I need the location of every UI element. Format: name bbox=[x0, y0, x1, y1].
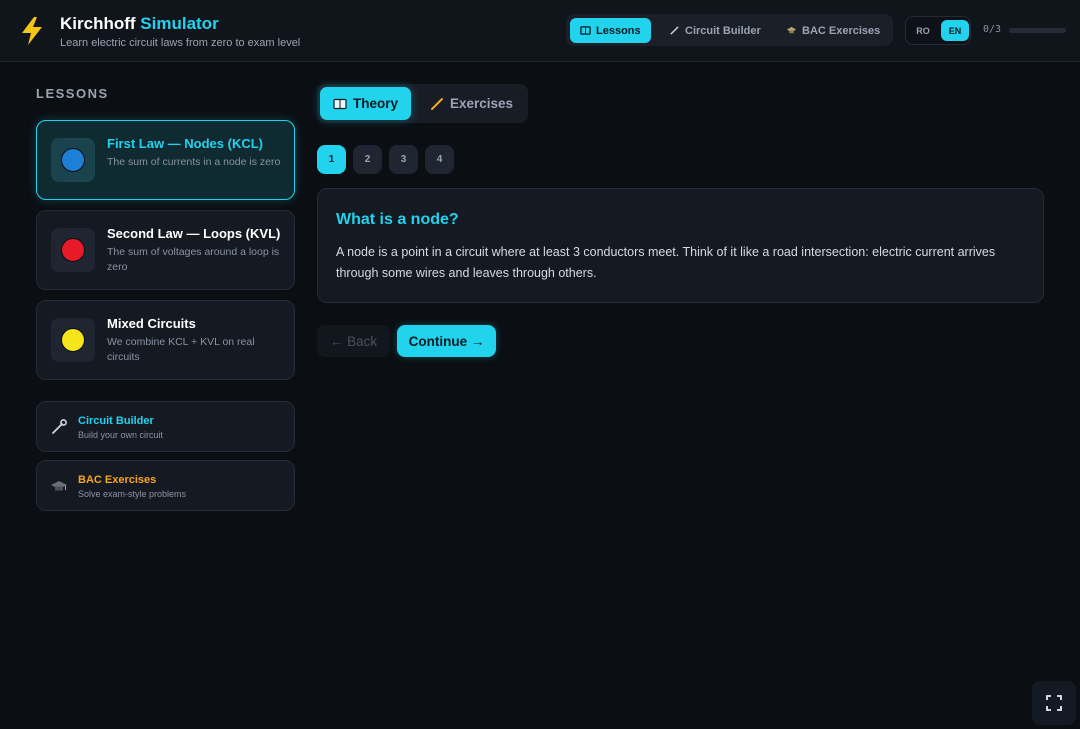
nav-lessons-label: Lessons bbox=[596, 24, 641, 37]
app-header: Kirchhoff Simulator Learn electric circu… bbox=[0, 0, 1080, 62]
red-circle-icon bbox=[61, 238, 85, 262]
app-subtitle: Learn electric circuit laws from zero to… bbox=[60, 37, 301, 49]
step-button-1[interactable]: 1 bbox=[317, 145, 346, 174]
progress-count: 0/3 bbox=[983, 24, 1002, 35]
nav-lessons[interactable]: Lessons bbox=[570, 18, 651, 43]
bac-exercises-card[interactable]: BAC Exercises Solve exam-style problems bbox=[36, 460, 295, 511]
content-body: A node is a point in a circuit where at … bbox=[336, 245, 996, 280]
circuit-builder-card[interactable]: Circuit Builder Build your own circuit bbox=[36, 401, 295, 452]
lesson-description: The sum of voltages around a loop is zer… bbox=[107, 246, 280, 273]
fullscreen-button[interactable] bbox=[1032, 681, 1076, 725]
book-icon bbox=[580, 26, 591, 35]
yellow-circle-icon bbox=[61, 328, 85, 352]
lesson-card-mixed[interactable]: Mixed Circuits We combine KCL + KVL on r… bbox=[36, 300, 295, 380]
lesson-icon-box bbox=[51, 138, 95, 182]
blue-circle-icon bbox=[61, 148, 85, 172]
continue-button[interactable]: Continue → bbox=[397, 325, 496, 357]
lesson-card-kvl[interactable]: Second Law — Loops (KVL) The sum of volt… bbox=[36, 210, 295, 290]
lesson-content-card: What is a node? A node is a point in a c… bbox=[317, 188, 1044, 303]
main-nav: Lessons Circuit Builder BAC Exercises bbox=[566, 14, 893, 46]
nav-bac-exercises[interactable]: BAC Exercises bbox=[776, 18, 890, 43]
lang-en-button[interactable]: EN bbox=[941, 20, 969, 41]
lesson-card-kcl[interactable]: First Law — Nodes (KCL) The sum of curre… bbox=[36, 120, 295, 200]
back-button[interactable]: ← Back bbox=[317, 325, 390, 357]
lesson-title: First Law — Nodes (KCL) bbox=[107, 136, 264, 151]
lesson-icon-box bbox=[51, 318, 95, 362]
mode-tabs: Theory Exercises bbox=[317, 84, 528, 123]
lang-ro-button[interactable]: RO bbox=[909, 20, 937, 41]
tab-theory-label: Theory bbox=[353, 96, 399, 111]
lesson-description: The sum of currents in a node is zero bbox=[107, 156, 281, 168]
book-icon bbox=[333, 98, 347, 109]
lesson-icon-box bbox=[51, 228, 95, 272]
lightning-bolt-icon bbox=[22, 17, 42, 45]
nav-circuit-builder[interactable]: Circuit Builder bbox=[659, 18, 771, 43]
tab-theory[interactable]: Theory bbox=[320, 87, 412, 120]
language-switcher: RO EN bbox=[905, 16, 971, 45]
tab-exercises-label: Exercises bbox=[450, 96, 514, 111]
tool-description: Build your own circuit bbox=[78, 430, 164, 440]
nav-circuit-builder-label: Circuit Builder bbox=[685, 24, 761, 37]
progress-bar bbox=[1009, 28, 1066, 33]
tab-exercises[interactable]: Exercises bbox=[417, 87, 526, 120]
step-button-3[interactable]: 3 bbox=[389, 145, 418, 174]
sidebar-heading: LESSONS bbox=[36, 86, 109, 101]
pencil-icon bbox=[670, 26, 679, 35]
wrench-icon bbox=[50, 418, 68, 436]
tool-title: Circuit Builder bbox=[78, 415, 154, 427]
app-title: Kirchhoff Simulator bbox=[60, 14, 219, 34]
graduation-cap-icon bbox=[50, 477, 68, 495]
app-title-accent: Simulator bbox=[140, 14, 219, 33]
lesson-description: We combine KCL + KVL on real circuits bbox=[107, 336, 255, 363]
step-button-4[interactable]: 4 bbox=[425, 145, 454, 174]
fullscreen-icon bbox=[1046, 695, 1062, 711]
nav-bac-exercises-label: BAC Exercises bbox=[802, 24, 881, 37]
tool-description: Solve exam-style problems bbox=[78, 489, 187, 499]
app-title-main: Kirchhoff bbox=[60, 14, 136, 33]
tool-title: BAC Exercises bbox=[78, 474, 157, 486]
content-title: What is a node? bbox=[336, 211, 459, 228]
step-button-2[interactable]: 2 bbox=[353, 145, 382, 174]
pencil-icon bbox=[431, 97, 443, 110]
lesson-title: Second Law — Loops (KVL) bbox=[107, 226, 281, 241]
lesson-title: Mixed Circuits bbox=[107, 316, 196, 331]
graduation-cap-icon bbox=[786, 26, 797, 34]
